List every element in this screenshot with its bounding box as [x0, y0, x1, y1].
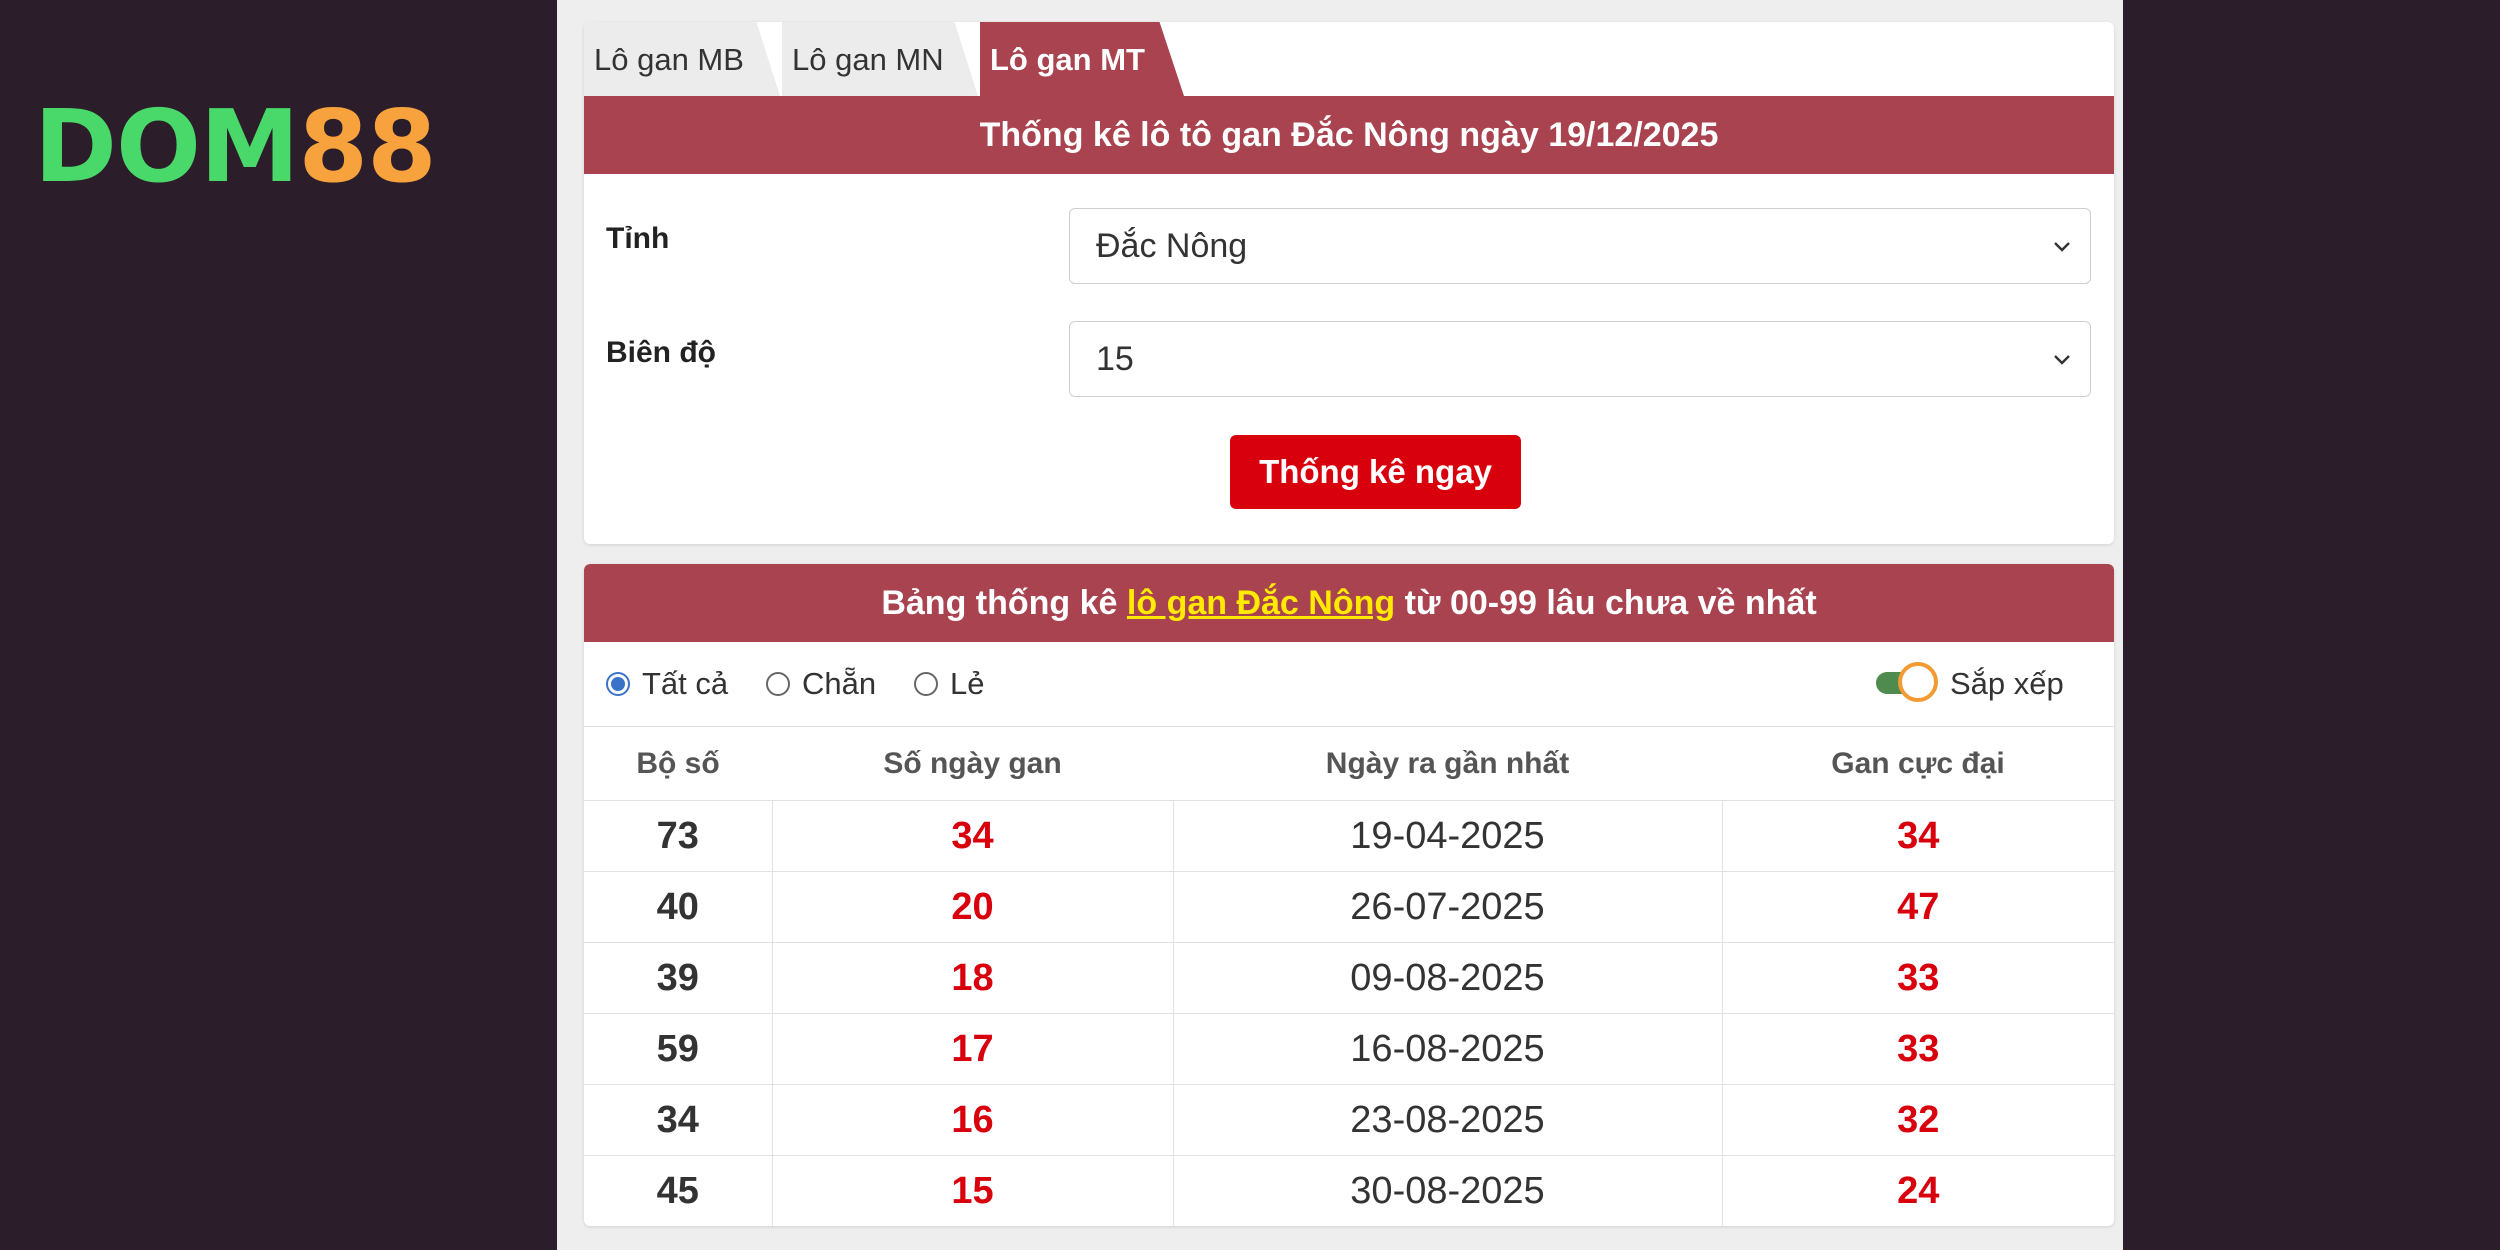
cell-last-date: 09-08-2025: [1173, 942, 1723, 1014]
logo-text-88: 88: [298, 88, 437, 205]
cell-max: 32: [1722, 1084, 2114, 1156]
sort-label: Sắp xếp: [1950, 666, 2064, 701]
table-row: 34 16 23-08-2025 32: [584, 1084, 2114, 1156]
radio-odd-label: Lẻ: [950, 666, 985, 701]
cell-days: 18: [772, 942, 1174, 1014]
range-select[interactable]: 15: [1069, 321, 2091, 397]
cell-number: 59: [584, 1013, 773, 1085]
col-header-last-date: Ngày ra gần nhất: [1173, 726, 1722, 801]
cell-last-date: 16-08-2025: [1173, 1013, 1723, 1085]
filter-card: Lô gan MB Lô gan MN Lô gan MT Thống kê l…: [584, 22, 2114, 544]
range-select-value: 15: [1096, 340, 1134, 378]
cell-max: 24: [1722, 1155, 2114, 1226]
range-label: Biên độ: [606, 336, 716, 369]
table-row: 39 18 09-08-2025 33: [584, 942, 2114, 1014]
radio-circle: [766, 672, 790, 696]
chevron-down-icon: [2054, 355, 2070, 365]
cell-days: 20: [772, 871, 1174, 943]
sort-toggle[interactable]: [1876, 662, 1938, 702]
radio-odd[interactable]: Lẻ: [914, 666, 985, 701]
results-title-suffix: từ 00-99 lâu chưa về nhất: [1404, 584, 1817, 622]
col-header-max: Gan cực đại: [1722, 726, 2114, 801]
cell-days: 16: [772, 1084, 1174, 1156]
toggle-knob: [1898, 662, 1938, 702]
brand-logo[interactable]: DOM88: [34, 92, 437, 202]
table-header-row: Bộ số Số ngày gan Ngày ra gần nhất Gan c…: [584, 726, 2114, 801]
cell-max: 34: [1722, 800, 2114, 872]
cell-last-date: 23-08-2025: [1173, 1084, 1723, 1156]
table-row: 40 20 26-07-2025 47: [584, 871, 2114, 943]
radio-even[interactable]: Chẵn: [766, 666, 877, 701]
cell-number: 73: [584, 800, 773, 872]
tab-lo-gan-mt[interactable]: Lô gan MT: [980, 22, 1184, 96]
cell-last-date: 30-08-2025: [1173, 1155, 1723, 1226]
cell-last-date: 26-07-2025: [1173, 871, 1723, 943]
results-title: Bảng thống kê lô gan Đắc Nông từ 00-99 l…: [584, 564, 2114, 642]
chevron-down-icon: [2054, 242, 2070, 252]
cell-max: 33: [1722, 942, 2114, 1014]
cell-number: 34: [584, 1084, 773, 1156]
col-header-days: Số ngày gan: [772, 726, 1173, 801]
province-label: Tỉnh: [606, 222, 670, 255]
table-row: 45 15 30-08-2025 24: [584, 1155, 2114, 1226]
table-row: 73 34 19-04-2025 34: [584, 800, 2114, 872]
radio-all-label: Tất cả: [642, 666, 729, 701]
results-card: Bảng thống kê lô gan Đắc Nông từ 00-99 l…: [584, 564, 2114, 1226]
tab-lo-gan-mn[interactable]: Lô gan MN: [782, 22, 978, 96]
radio-all[interactable]: Tất cả: [606, 666, 729, 701]
results-title-link[interactable]: lô gan Đắc Nông: [1127, 584, 1395, 622]
form-title: Thống kê lô tô gan Đắc Nông ngày 19/12/2…: [584, 96, 2114, 174]
cell-number: 45: [584, 1155, 773, 1226]
tab-bar: Lô gan MB Lô gan MN Lô gan MT: [584, 22, 2114, 96]
filter-bar: Tất cả Chẵn Lẻ Sắp xếp: [584, 642, 2114, 726]
col-header-number: Bộ số: [584, 726, 772, 801]
cell-days: 34: [772, 800, 1174, 872]
table-row: 59 17 16-08-2025 33: [584, 1013, 2114, 1085]
tab-lo-gan-mb[interactable]: Lô gan MB: [584, 22, 780, 96]
cell-number: 39: [584, 942, 773, 1014]
content-column: Lô gan MB Lô gan MN Lô gan MT Thống kê l…: [557, 0, 2123, 1250]
cell-days: 17: [772, 1013, 1174, 1085]
results-title-prefix: Bảng thống kê: [881, 584, 1118, 622]
cell-last-date: 19-04-2025: [1173, 800, 1723, 872]
logo-text-dom: DOM: [34, 88, 300, 205]
results-table: Bộ số Số ngày gan Ngày ra gần nhất Gan c…: [584, 726, 2114, 1226]
province-select[interactable]: Đắc Nông: [1069, 208, 2091, 284]
cell-max: 33: [1722, 1013, 2114, 1085]
radio-even-label: Chẵn: [802, 666, 877, 701]
province-select-value: Đắc Nông: [1096, 227, 1248, 265]
radio-circle: [914, 672, 938, 696]
submit-stats-button[interactable]: Thống kê ngay: [1230, 435, 1521, 509]
cell-number: 40: [584, 871, 773, 943]
radio-circle: [606, 672, 630, 696]
cell-max: 47: [1722, 871, 2114, 943]
cell-days: 15: [772, 1155, 1174, 1226]
